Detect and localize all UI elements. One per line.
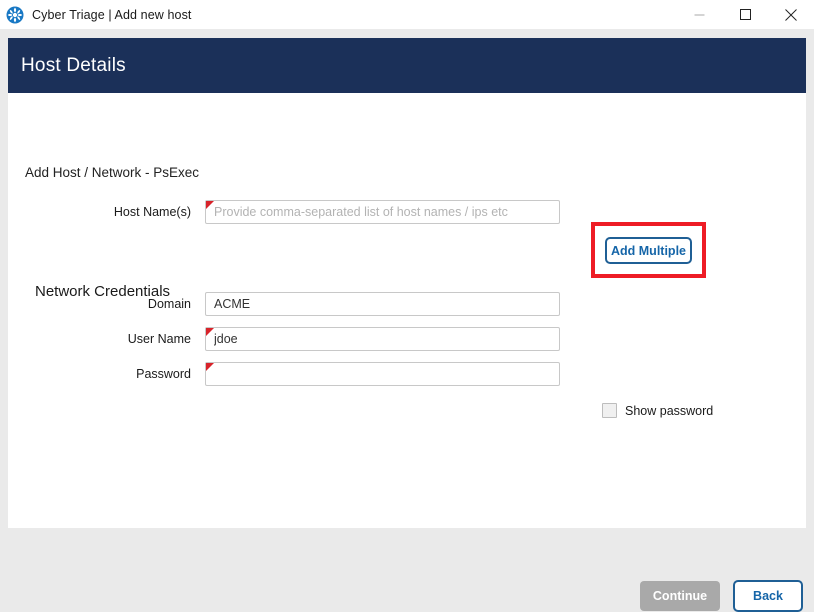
back-button[interactable]: Back xyxy=(733,580,803,612)
host-details-dialog: Host Details Add Host / Network - PsExec… xyxy=(8,38,806,612)
minimize-icon[interactable] xyxy=(676,0,722,29)
password-label: Password xyxy=(136,367,191,381)
domain-input[interactable] xyxy=(205,292,560,316)
show-password-label: Show password xyxy=(625,403,714,418)
host-names-input[interactable] xyxy=(205,200,560,224)
show-password-checkbox-group[interactable]: Show password xyxy=(602,403,713,418)
breadcrumb: Add Host / Network - PsExec xyxy=(25,165,200,180)
window-title: Cyber Triage | Add new host xyxy=(32,7,192,22)
host-names-input-wrap xyxy=(205,200,560,224)
domain-input-wrap xyxy=(205,292,560,316)
user-name-label: User Name xyxy=(127,332,191,346)
maximize-icon[interactable] xyxy=(722,0,768,29)
close-icon[interactable] xyxy=(768,0,814,29)
continue-button[interactable]: Continue xyxy=(640,581,720,611)
add-multiple-button[interactable]: Add Multiple xyxy=(605,237,692,264)
password-input-wrap xyxy=(205,362,560,386)
show-password-checkbox[interactable] xyxy=(602,403,617,418)
domain-row: Domain xyxy=(25,292,560,316)
user-name-input[interactable] xyxy=(205,327,560,351)
password-input[interactable] xyxy=(205,362,560,386)
host-names-label: Host Name(s) xyxy=(113,205,191,219)
page-title: Host Details xyxy=(21,54,126,76)
cyber-triage-logo-icon xyxy=(6,6,24,24)
host-names-row: Host Name(s) xyxy=(25,200,560,224)
dialog-header: Host Details xyxy=(8,38,806,93)
user-name-input-wrap xyxy=(205,327,560,351)
window-titlebar: Cyber Triage | Add new host xyxy=(0,0,814,29)
password-row: Password xyxy=(25,362,560,386)
domain-label: Domain xyxy=(147,297,191,311)
user-name-row: User Name xyxy=(25,327,560,351)
dialog-body: Add Host / Network - PsExec Host Name(s)… xyxy=(8,93,806,612)
